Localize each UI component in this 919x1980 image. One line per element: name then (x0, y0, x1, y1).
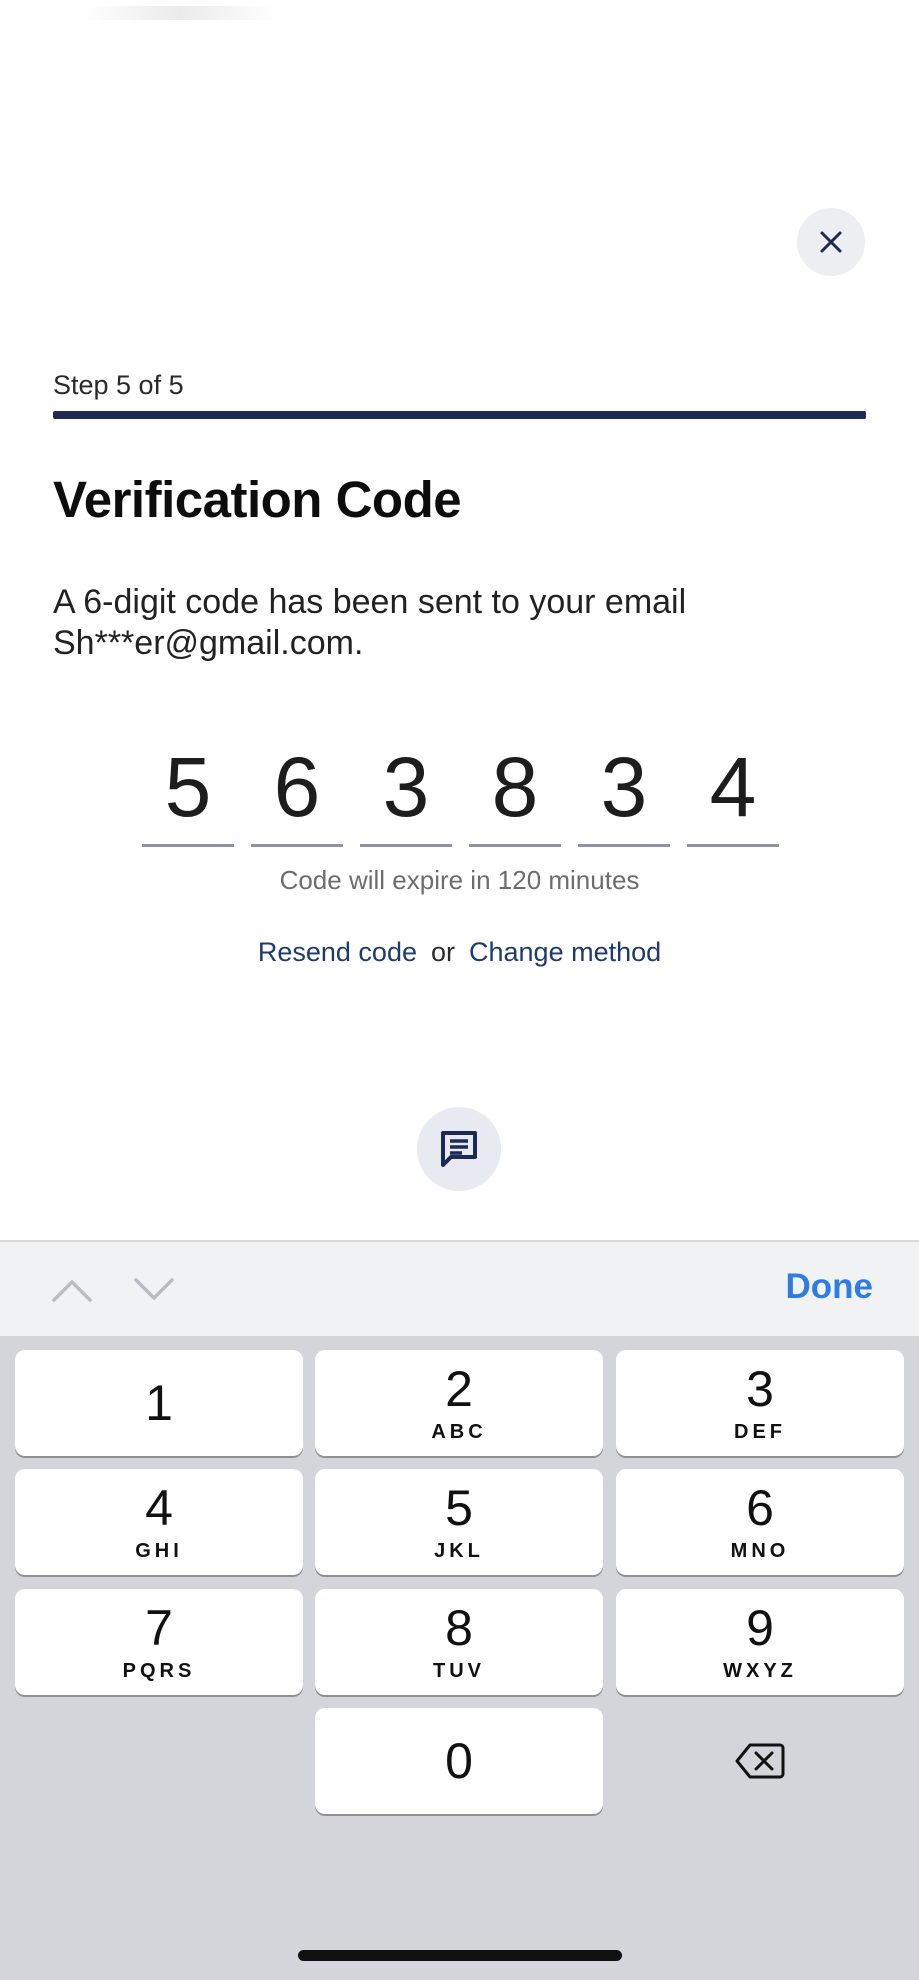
code-digit-6[interactable]: 4 (687, 742, 779, 847)
key-2[interactable]: 2 ABC (315, 1350, 603, 1456)
key-number: 8 (445, 1599, 473, 1656)
chevron-down-icon[interactable] (132, 1272, 176, 1308)
key-number: 1 (145, 1375, 173, 1431)
close-icon (820, 231, 842, 253)
chevron-up-icon[interactable] (50, 1272, 94, 1308)
key-0[interactable]: 0 (315, 1708, 603, 1814)
step-label: Step 5 of 5 (53, 370, 184, 400)
chat-button[interactable] (417, 1107, 501, 1191)
code-digit-1[interactable]: 5 (142, 742, 234, 847)
code-digit-3[interactable]: 3 (360, 742, 452, 847)
key-number: 2 (445, 1360, 473, 1417)
key-letters: ABC (431, 1420, 487, 1443)
key-letters: JKL (434, 1539, 484, 1562)
key-number: 0 (445, 1733, 473, 1789)
or-text: or (430, 937, 455, 967)
key-number: 9 (746, 1599, 774, 1656)
delete-key[interactable] (616, 1708, 904, 1814)
key-number: 7 (145, 1599, 173, 1656)
progress-bar (53, 411, 866, 419)
code-digit-2[interactable]: 6 (251, 742, 343, 847)
progress-fill (53, 411, 866, 419)
close-button[interactable] (797, 208, 865, 276)
done-button[interactable]: Done (786, 1267, 874, 1307)
keyboard-toolbar: Done (0, 1240, 919, 1338)
key-number: 3 (746, 1360, 774, 1417)
key-letters: MNO (730, 1539, 790, 1562)
key-5[interactable]: 5 JKL (315, 1469, 603, 1575)
expire-text: Code will expire in 120 minutes (279, 865, 640, 895)
key-number: 5 (445, 1479, 473, 1536)
key-7[interactable]: 7 PQRS (15, 1589, 303, 1695)
backspace-icon (735, 1743, 785, 1779)
chat-icon (441, 1131, 477, 1167)
status-bar-blur (80, 6, 280, 20)
key-letters: WXYZ (723, 1659, 797, 1682)
change-method-link[interactable]: Change method (469, 937, 661, 967)
code-digit-4[interactable]: 8 (469, 742, 561, 847)
code-digit-5[interactable]: 3 (578, 742, 670, 847)
key-letters: DEF (734, 1420, 786, 1443)
page-title: Verification Code (53, 471, 462, 528)
key-4[interactable]: 4 GHI (15, 1469, 303, 1575)
key-9[interactable]: 9 WXYZ (616, 1589, 904, 1695)
resend-row: Resend code or Change method (0, 937, 919, 968)
key-letters: TUV (433, 1659, 485, 1682)
key-number: 4 (145, 1479, 173, 1536)
key-3[interactable]: 3 DEF (616, 1350, 904, 1456)
code-input-group: 5 6 3 8 3 4 (142, 742, 779, 847)
key-1[interactable]: 1 (15, 1350, 303, 1456)
key-letters: GHI (135, 1539, 183, 1562)
key-8[interactable]: 8 TUV (315, 1589, 603, 1695)
key-number: 6 (746, 1479, 774, 1536)
home-indicator (298, 1950, 622, 1961)
description-text: A 6-digit code has been sent to your ema… (53, 583, 687, 662)
resend-code-link[interactable]: Resend code (258, 937, 417, 967)
key-6[interactable]: 6 MNO (616, 1469, 904, 1575)
key-letters: PQRS (122, 1659, 196, 1682)
